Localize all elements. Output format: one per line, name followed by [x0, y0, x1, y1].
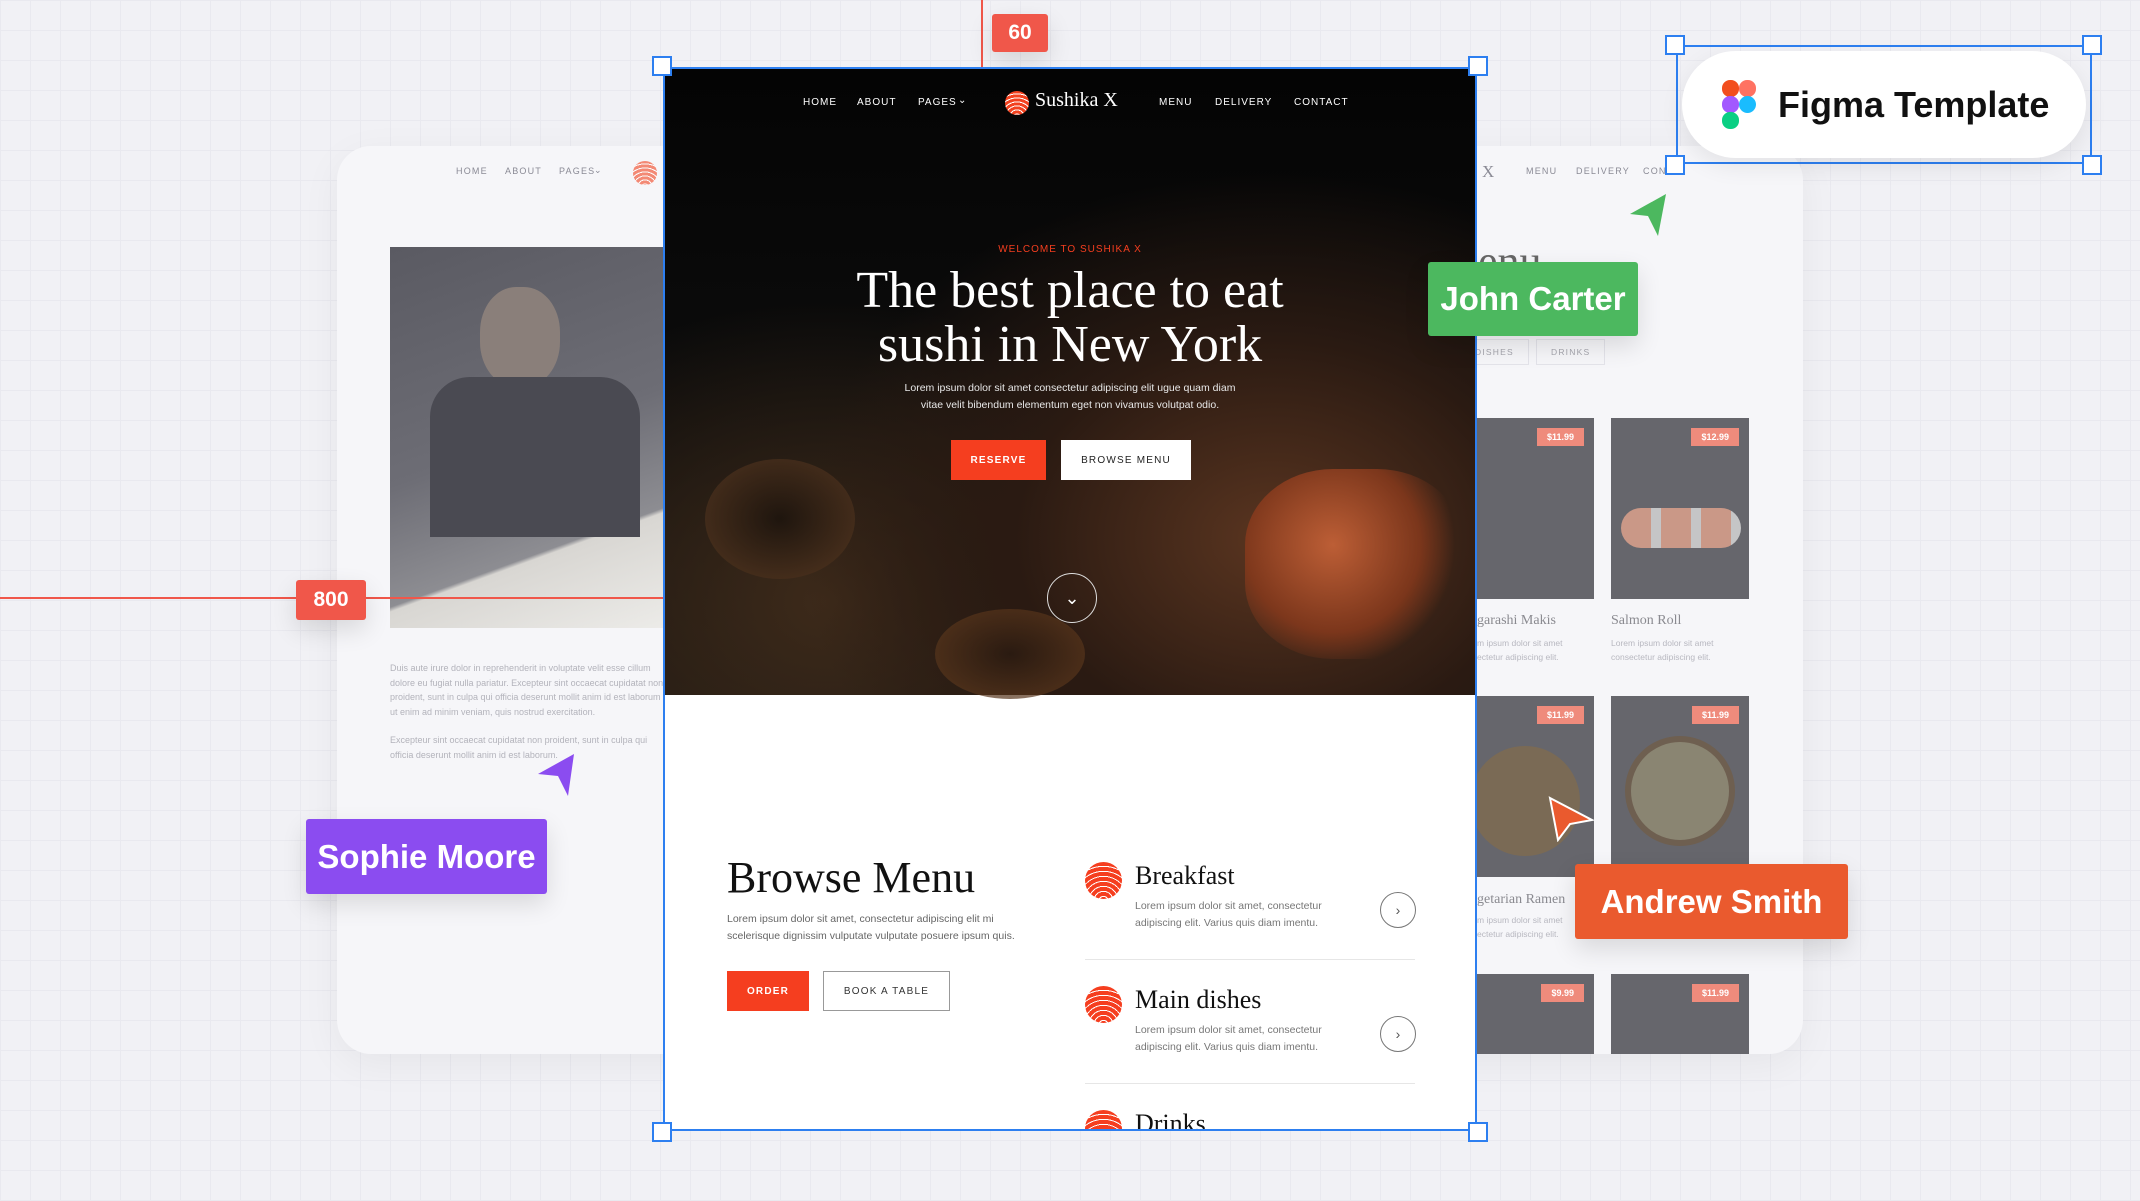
nav-home[interactable]: HOME — [803, 97, 837, 108]
about-nav-pages[interactable]: PAGES — [559, 166, 595, 176]
collaborator-sophie-moore: Sophie Moore — [306, 819, 547, 894]
badge-handle[interactable] — [1665, 155, 1685, 175]
breakfast-icon — [1085, 862, 1122, 899]
figma-template-badge: Figma Template — [1676, 45, 2092, 164]
menu-card-title: garashi Makis — [1477, 613, 1556, 628]
menu-page-brand: X — [1482, 162, 1495, 181]
badge-title: Figma Template — [1778, 83, 2050, 125]
menu-nav-delivery[interactable]: DELIVERY — [1576, 166, 1630, 176]
menu-card-image[interactable]: $11.99 — [1611, 974, 1749, 1054]
menu-card-desc: m ipsum dolor sit amet ectetur adipiscing… — [1477, 915, 1563, 939]
selected-homepage-frame[interactable]: HOME ABOUT PAGES ⌄ Sushika X MENU DELIVE… — [663, 67, 1477, 1131]
menu-card-title: getarian Ramen — [1477, 892, 1566, 907]
cursor-green-icon — [1630, 194, 1666, 236]
menu-item-desc: Lorem ipsum dolor sit amet, consectetur a… — [1135, 900, 1322, 929]
menu-tab-drinks[interactable]: DRINKS — [1536, 339, 1606, 365]
about-logo-icon — [633, 161, 657, 185]
menu-item-desc: Lorem ipsum dolor sit amet, consectetur a… — [1135, 1024, 1322, 1053]
browse-menu-title: Browse Menu — [727, 853, 976, 902]
nav-about[interactable]: ABOUT — [857, 97, 896, 108]
menu-item-title[interactable]: Breakfast — [1135, 861, 1235, 891]
nav-menu[interactable]: MENU — [1159, 97, 1192, 108]
menu-card-image[interactable]: $12.99 — [1611, 418, 1749, 599]
menu-nav-menu[interactable]: MENU — [1526, 166, 1557, 176]
about-paragraph-2: Excepteur sint occaecat cupidatat non pr… — [390, 735, 648, 760]
browse-menu-button[interactable]: BROWSE MENU — [1061, 440, 1191, 480]
brand-logo-icon — [1005, 91, 1029, 115]
scroll-down-chevron-icon[interactable]: ⌄ — [1047, 573, 1097, 623]
nav-pages[interactable]: PAGES — [918, 97, 957, 108]
reserve-button[interactable]: RESERVE — [951, 440, 1046, 480]
badge-handle[interactable] — [1665, 35, 1685, 55]
hero-description: Lorem ipsum dolor sit amet consectetur a… — [904, 382, 1236, 411]
menu-card-image[interactable]: $11.99 — [1611, 696, 1749, 877]
guide-label-left: 800 — [296, 580, 366, 620]
cursor-orange-icon — [1548, 796, 1594, 842]
about-nav-about[interactable]: ABOUT — [505, 166, 542, 176]
browse-menu-description: Lorem ipsum dolor sit amet, consectetur … — [727, 913, 1015, 942]
divider — [1085, 1083, 1415, 1084]
order-button[interactable]: ORDER — [727, 971, 809, 1011]
about-paragraph-1: Duis aute irure dolor in reprehenderit i… — [390, 663, 663, 717]
hero-section: HOME ABOUT PAGES ⌄ Sushika X MENU DELIVE… — [665, 69, 1475, 699]
main-dishes-icon — [1085, 986, 1122, 1023]
badge-handle[interactable] — [2082, 155, 2102, 175]
menu-item-title[interactable]: Drinks — [1135, 1109, 1206, 1129]
resize-handle[interactable] — [1468, 56, 1488, 76]
menu-card-desc: Lorem ipsum dolor sit amet consectetur ad… — [1611, 638, 1714, 662]
figma-logo-icon — [1722, 79, 1756, 129]
chevron-right-icon[interactable]: › — [1380, 1016, 1416, 1052]
about-nav-home[interactable]: HOME — [456, 166, 488, 176]
nav-contact[interactable]: CONTACT — [1294, 97, 1349, 108]
menu-nav-contact[interactable]: CON — [1643, 166, 1667, 176]
chevron-down-icon: ⌄ — [958, 95, 968, 106]
chevron-down-icon: ⌄ — [594, 165, 603, 175]
collaborator-andrew-smith: Andrew Smith — [1575, 864, 1848, 939]
collaborator-john-carter: John Carter — [1428, 262, 1638, 336]
menu-card-title: Salmon Roll — [1611, 613, 1682, 628]
hero-eyebrow: WELCOME TO SUSHIKA X — [998, 244, 1142, 255]
resize-handle[interactable] — [652, 1122, 672, 1142]
chef-photo — [390, 247, 663, 628]
cursor-purple-icon — [538, 754, 574, 796]
divider — [1085, 959, 1415, 960]
vertical-guide-line — [981, 0, 983, 67]
drinks-icon — [1085, 1110, 1122, 1129]
brand-name[interactable]: Sushika X — [1035, 89, 1118, 112]
chevron-right-icon[interactable]: › — [1380, 892, 1416, 928]
resize-handle[interactable] — [652, 56, 672, 76]
menu-card-desc: m ipsum dolor sit amet ectetur adipiscing… — [1477, 638, 1563, 662]
guide-label-top: 60 — [992, 14, 1048, 52]
nav-delivery[interactable]: DELIVERY — [1215, 97, 1272, 108]
hero-title: The best place to eat sushi in New York — [856, 262, 1284, 373]
resize-handle[interactable] — [1468, 1122, 1488, 1142]
book-table-button[interactable]: BOOK A TABLE — [823, 971, 950, 1011]
badge-handle[interactable] — [2082, 35, 2102, 55]
menu-item-title[interactable]: Main dishes — [1135, 985, 1261, 1015]
